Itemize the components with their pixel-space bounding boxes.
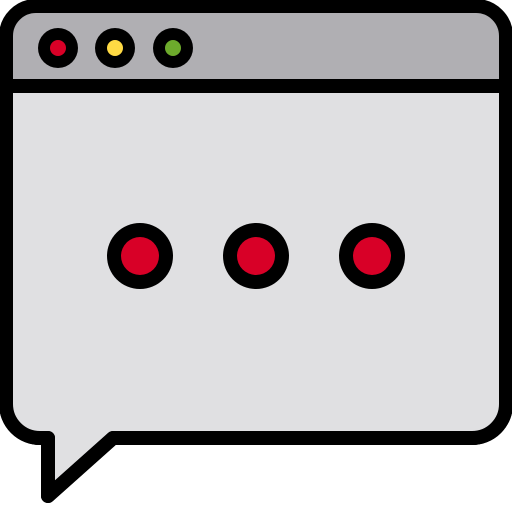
typing-dot-icon: [223, 223, 289, 289]
title-bar: [0, 0, 512, 93]
maximize-dot-icon: [153, 28, 193, 68]
typing-indicator: [107, 223, 405, 289]
window-controls: [38, 28, 193, 68]
chat-window-icon: [0, 0, 512, 512]
chat-window-typing-icon: [0, 0, 512, 503]
minimize-dot-icon: [95, 28, 135, 68]
typing-dot-icon: [107, 223, 173, 289]
typing-dot-icon: [339, 223, 405, 289]
close-dot-icon: [38, 28, 78, 68]
